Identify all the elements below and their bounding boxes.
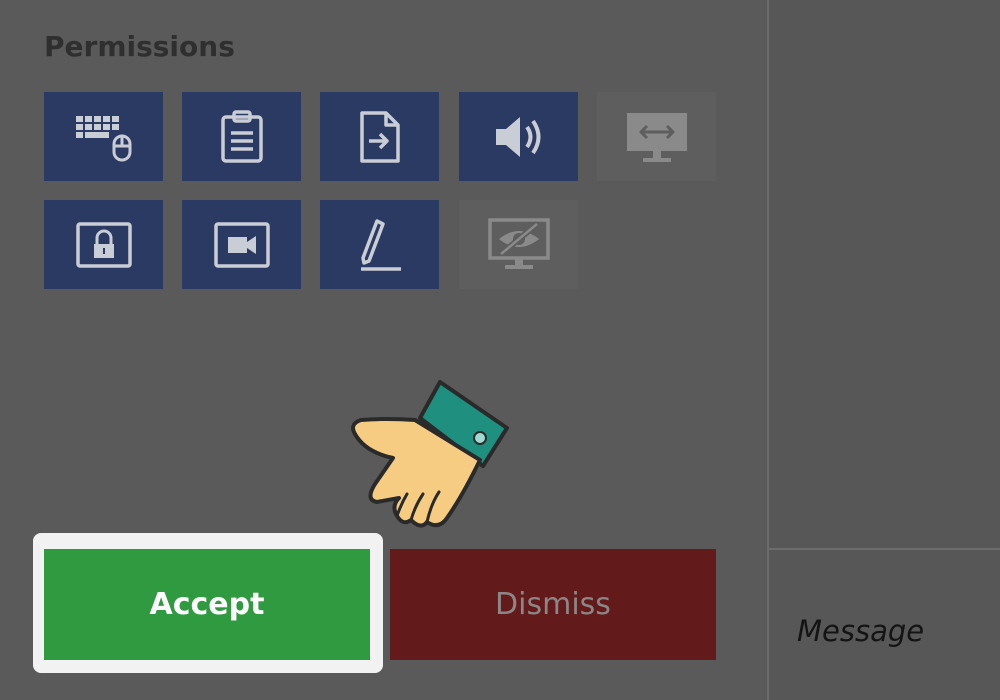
message-input[interactable]: Message: [797, 614, 924, 648]
permission-keyboard-mouse-toggle[interactable]: [44, 92, 163, 181]
permission-hide-screen-toggle[interactable]: [459, 200, 578, 289]
chat-panel: Message: [767, 0, 1000, 700]
lock-screen-icon: [75, 221, 132, 268]
remote-screen-arrows-icon: [626, 112, 687, 162]
permission-file-transfer-toggle[interactable]: [320, 92, 439, 181]
keyboard-mouse-icon: [75, 115, 131, 161]
permission-draw-toggle[interactable]: [320, 200, 439, 289]
clipboard-icon: [220, 109, 263, 163]
permission-lock-screen-toggle[interactable]: [44, 200, 163, 289]
accept-button[interactable]: Accept: [44, 549, 370, 660]
permission-clipboard-toggle[interactable]: [182, 92, 301, 181]
speaker-icon: [495, 116, 540, 157]
permissions-title: Permissions: [44, 30, 235, 63]
hidden-screen-eye-icon: [487, 217, 550, 269]
permission-audio-toggle[interactable]: [459, 92, 578, 181]
permission-remote-control-toggle[interactable]: [597, 92, 716, 181]
permissions-panel: Permissions Accept Dismiss: [0, 0, 766, 700]
chat-divider: [769, 548, 1000, 550]
video-camera-icon: [213, 221, 270, 268]
file-transfer-icon: [359, 110, 400, 163]
dismiss-button[interactable]: Dismiss: [390, 549, 716, 660]
permission-video-toggle[interactable]: [182, 200, 301, 289]
pointing-hand-icon: [351, 380, 509, 528]
pen-draw-icon: [360, 218, 401, 271]
